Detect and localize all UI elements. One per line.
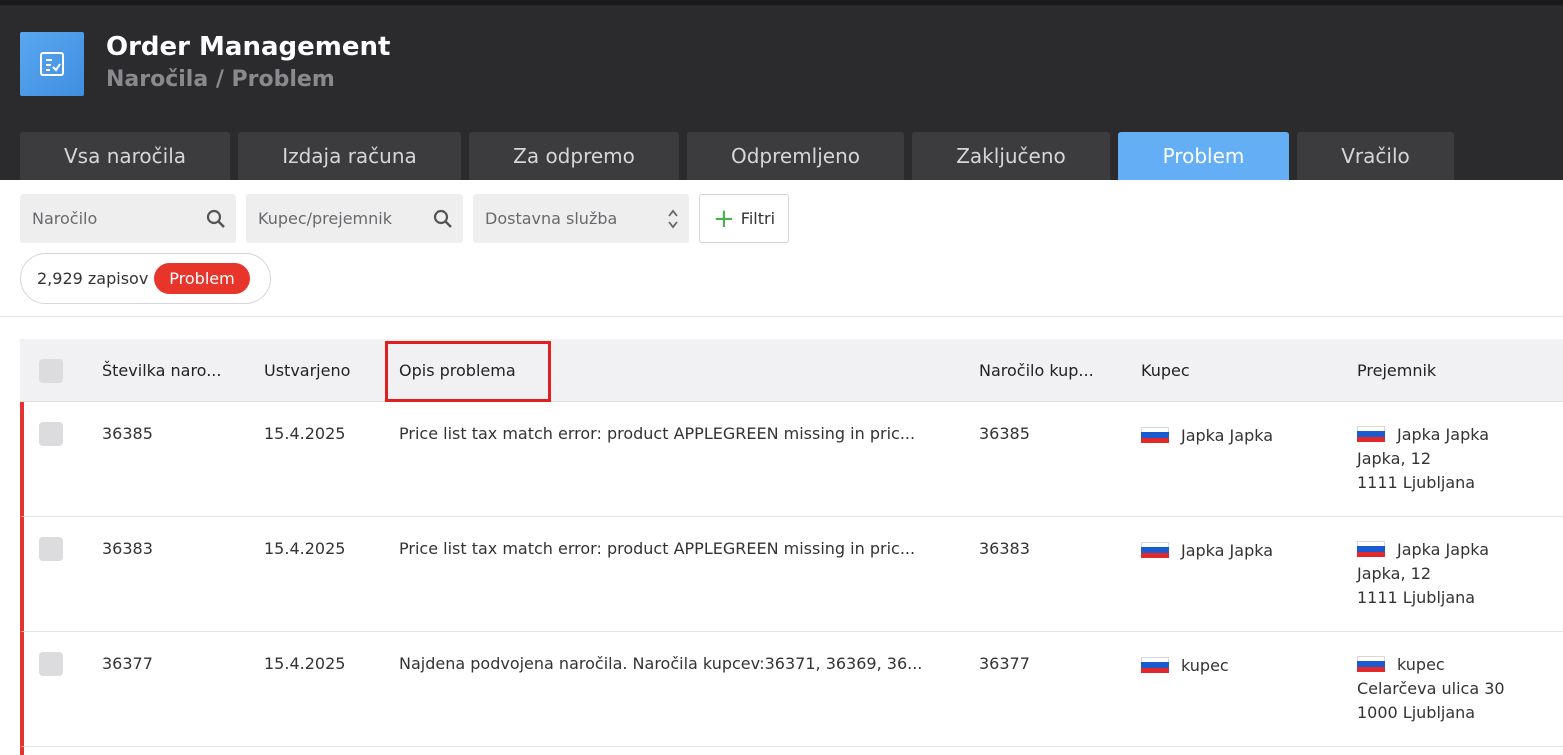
row-checkbox[interactable] [39,652,63,676]
column-order-number[interactable]: Številka naro... [102,339,221,402]
column-customer-order[interactable]: Naročilo kup... [979,339,1094,402]
tab-problem[interactable]: Problem [1118,132,1289,180]
customer-name: kupec [1181,656,1229,675]
status-badge[interactable]: Problem [154,263,250,294]
recipient-city: 1111 Ljubljana [1357,588,1476,607]
table-row[interactable]: 36383 15.4.2025 Price list tax match err… [20,517,1563,632]
customer-search-placeholder: Kupec/prejemnik [258,209,392,228]
customer: Japka Japka [1141,541,1273,560]
tab-vracilo[interactable]: Vračilo [1297,132,1454,180]
recipient-street: Japka, 12 [1357,564,1431,583]
customer-search-input[interactable]: Kupec/prejemnik [246,194,463,243]
divider [0,316,1563,317]
customer-order: 36383 [979,539,1030,558]
order-number: 36385 [102,424,153,443]
table-row[interactable]: 36385 15.4.2025 Price list tax match err… [20,402,1563,517]
app-title: Order Management [106,32,391,62]
recipient: Japka Japka Japka, 12 1111 Ljubljana [1357,423,1489,495]
recipient-name: kupec [1397,655,1445,674]
order-number: 36377 [102,654,153,673]
slovenia-flag-icon [1141,426,1169,443]
order-number: 36383 [102,539,153,558]
sort-arrows-icon [668,209,678,228]
recipient-street: Celarčeva ulica 30 [1357,679,1505,698]
column-customer[interactable]: Kupec [1141,339,1190,402]
customer-order: 36377 [979,654,1030,673]
tab-odpremljeno[interactable]: Odpremljeno [687,132,904,180]
row-checkbox[interactable] [39,422,63,446]
filters-button-label: Filtri [740,209,776,228]
customer-order: 36385 [979,424,1030,443]
recipient-city: 1000 Ljubljana [1357,703,1476,722]
column-recipient[interactable]: Prejemnik [1357,339,1436,402]
order-search-input[interactable]: Naročilo [20,194,236,243]
record-count: 2,929 zapisov [37,269,149,288]
problem-description: Price list tax match error: product APPL… [399,424,916,443]
recipient-street: Japka, 12 [1357,449,1431,468]
created-date: 15.4.2025 [264,424,346,443]
slovenia-flag-icon [1357,425,1385,442]
tab-zakljuceno[interactable]: Zaključeno [912,132,1110,180]
tab-izdaja-racuna[interactable]: Izdaja računa [238,132,461,180]
table-header: Številka naro... Ustvarjeno Opis problem… [20,339,1563,402]
problem-description: Price list tax match error: product APPL… [399,539,916,558]
checklist-icon [20,32,84,96]
select-all-checkbox[interactable] [39,339,63,402]
filters-button[interactable]: + Filtri [699,194,789,243]
recipient-name: Japka Japka [1397,425,1490,444]
recipient: kupec Celarčeva ulica 30 1000 Ljubljana [1357,653,1505,725]
table-row[interactable] [20,747,1563,755]
top-strip [0,0,1563,5]
customer: Japka Japka [1141,426,1273,445]
recipient-name: Japka Japka [1397,540,1490,559]
slovenia-flag-icon [1357,540,1385,557]
created-date: 15.4.2025 [264,539,346,558]
recipient-city: 1111 Ljubljana [1357,473,1476,492]
slovenia-flag-icon [1357,655,1385,672]
order-search-placeholder: Naročilo [32,209,98,228]
created-date: 15.4.2025 [264,654,346,673]
tab-za-odpremo[interactable]: Za odpremo [469,132,679,180]
shipping-service-select[interactable]: Dostavna služba [473,194,689,243]
record-count-pill: 2,929 zapisov Problem [20,253,271,304]
highlight-annotation [385,341,551,402]
status-tabs: Vsa naročila Izdaja računa Za odpremo Od… [20,132,1462,180]
customer-name: Japka Japka [1181,426,1274,445]
filter-bar: Naročilo Kupec/prejemnik Dostavna služba… [20,194,789,243]
plus-icon: + [712,203,735,234]
customer-name: Japka Japka [1181,541,1274,560]
table-row[interactable]: 36377 15.4.2025 Najdena podvojena naroči… [20,632,1563,747]
tab-vsa-narocila[interactable]: Vsa naročila [20,132,230,180]
slovenia-flag-icon [1141,541,1169,558]
row-checkbox[interactable] [39,537,63,561]
problem-description: Najdena podvojena naročila. Naročila kup… [399,654,923,673]
column-created[interactable]: Ustvarjeno [264,339,350,402]
recipient: Japka Japka Japka, 12 1111 Ljubljana [1357,538,1489,610]
customer: kupec [1141,656,1229,675]
shipping-service-placeholder: Dostavna služba [485,209,618,228]
search-icon [433,209,452,228]
app-header: Order Management Naročila / Problem Vsa … [0,0,1563,180]
breadcrumb: Naročila / Problem [106,67,335,92]
search-icon [206,209,225,228]
slovenia-flag-icon [1141,656,1169,673]
